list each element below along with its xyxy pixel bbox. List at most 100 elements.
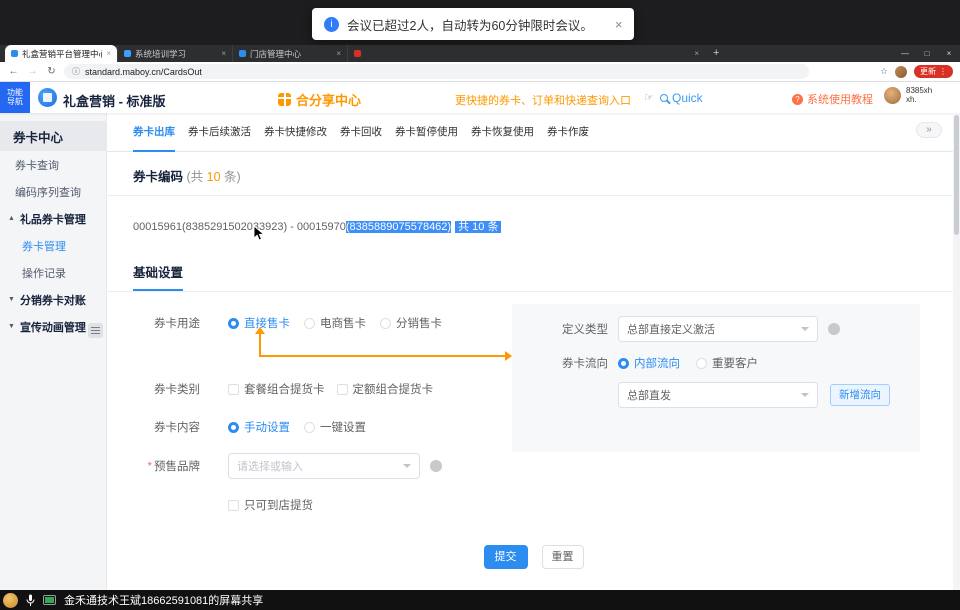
tab2-favicon xyxy=(124,50,131,57)
screen-share-text: 金禾通技术王斌18662591081的屏幕共享 xyxy=(64,592,263,608)
checkbox-box xyxy=(228,384,239,395)
radio-dot xyxy=(228,318,239,329)
window-close-icon[interactable]: × xyxy=(938,45,960,62)
url-field[interactable]: ⓘ standard.maboy.cn/CardsOut xyxy=(64,64,809,79)
new-tab-button[interactable]: + xyxy=(713,45,719,62)
radio-internal-flow-label: 内部流向 xyxy=(634,355,680,371)
toast-close-icon[interactable]: × xyxy=(615,17,623,32)
definition-panel: 定义类型 总部直接定义激活 券卡流向 内部流向 xyxy=(512,304,920,452)
checkbox-combo-package-card[interactable]: 套餐组合提货卡 xyxy=(228,381,325,397)
define-type-value: 总部直接定义激活 xyxy=(627,321,715,337)
browser-tab-2[interactable]: 系统培训学习 × xyxy=(117,45,232,62)
presale-brand-placeholder: 请选择或输入 xyxy=(237,458,303,474)
sidebar-item-code-seq-query[interactable]: 编码序列查询 xyxy=(0,178,106,205)
chevron-down-icon xyxy=(801,393,809,397)
bookmark-star-icon[interactable]: ☆ xyxy=(880,66,888,77)
tab4-close-icon[interactable]: × xyxy=(694,49,699,58)
function-nav-line1: 功能 xyxy=(0,88,30,97)
checkbox-combo-package-label: 套餐组合提货卡 xyxy=(244,381,325,397)
radio-key-customer[interactable]: 重要客户 xyxy=(696,355,758,371)
sidebar-group-gift-card-mgmt[interactable]: ▲ 礼品券卡管理 xyxy=(0,205,106,232)
browser-update-button[interactable]: 更新 ⋮ xyxy=(914,65,953,78)
submit-button[interactable]: 提交 xyxy=(484,545,528,569)
tab3-close-icon[interactable]: × xyxy=(336,49,341,58)
window-controls: — □ × xyxy=(894,45,960,62)
annotation-arrowhead-up xyxy=(255,327,265,334)
browser-profile-avatar[interactable] xyxy=(895,66,907,78)
card-codes-heading: 券卡编码 (共 10 条) xyxy=(133,166,960,185)
radio-one-click-setup[interactable]: 一键设置 xyxy=(304,419,366,435)
scrollbar-track[interactable] xyxy=(953,113,960,590)
microphone-icon[interactable] xyxy=(26,594,35,607)
tab-card-quick-edit[interactable]: 券卡快捷修改 xyxy=(264,113,327,152)
user-account[interactable]: 8385xh xh. xyxy=(884,86,932,104)
flow-value: 总部直发 xyxy=(627,387,671,403)
tab-card-outbound[interactable]: 券卡出库 xyxy=(133,113,175,152)
screen-share-icon xyxy=(43,595,56,605)
define-type-select[interactable]: 总部直接定义激活 xyxy=(618,316,818,342)
radio-dot xyxy=(696,358,707,369)
tab-card-pause[interactable]: 券卡暂停使用 xyxy=(395,113,458,152)
browser-tab-3[interactable]: 门店管理中心 × xyxy=(232,45,347,62)
back-icon[interactable]: ← xyxy=(7,66,20,77)
help-icon[interactable] xyxy=(430,460,442,472)
tab2-close-icon[interactable]: × xyxy=(221,49,226,58)
sidebar-item-card-mgmt[interactable]: 券卡管理 xyxy=(0,232,106,259)
card-action-tabs: 券卡出库 券卡后续激活 券卡快捷修改 券卡回收 券卡暂停使用 券卡恢复使用 券卡… xyxy=(107,113,960,152)
function-nav-line2: 导航 xyxy=(0,97,30,106)
count-number: 10 xyxy=(207,170,221,184)
add-flow-button[interactable]: 新增流向 xyxy=(830,384,890,406)
content-area: 券卡出库 券卡后续激活 券卡快捷修改 券卡回收 券卡暂停使用 券卡恢复使用 券卡… xyxy=(107,113,960,590)
sidebar-group-distribution[interactable]: ▼ 分销券卡对账 xyxy=(0,286,106,313)
reset-button[interactable]: 重置 xyxy=(542,545,584,569)
radio-ecommerce-sale[interactable]: 电商售卡 xyxy=(304,315,366,331)
forward-icon[interactable]: → xyxy=(26,66,39,77)
browser-tab-1[interactable]: 礼盒营销平台管理中心 × xyxy=(5,45,117,62)
panel-collapse-button[interactable]: » xyxy=(916,122,942,138)
sidebar-item-card-query[interactable]: 券卡查询 xyxy=(0,151,106,178)
chevron-down-icon xyxy=(801,327,809,331)
checkbox-store-pickup-only[interactable]: 只可到店提货 xyxy=(228,497,313,513)
card-codes-title: 券卡编码 xyxy=(133,170,183,184)
screen: i 会议已超过2人，自动转为60分钟限时会议。 × 礼盒营销平台管理中心 × 系… xyxy=(0,0,960,610)
tab-card-void[interactable]: 券卡作废 xyxy=(547,113,589,152)
mouse-cursor xyxy=(253,225,265,242)
system-tutorial-link[interactable]: ? 系统使用教程 xyxy=(792,91,873,107)
radio-internal-flow[interactable]: 内部流向 xyxy=(618,355,680,371)
site-info-icon[interactable]: ⓘ xyxy=(72,66,80,77)
toast-message: 会议已超过2人，自动转为60分钟限时会议。 xyxy=(347,15,593,34)
checkbox-fixed-amount-card[interactable]: 定额组合提货卡 xyxy=(337,381,434,397)
window-minimize-icon[interactable]: — xyxy=(894,45,916,62)
app-header: 功能 导航 礼盒营销 - 标准版 合分享中心 更快捷的券卡、订单和快递查询入口 … xyxy=(0,82,960,113)
tab1-close-icon[interactable]: × xyxy=(106,49,111,58)
radio-ecommerce-sale-label: 电商售卡 xyxy=(320,315,366,331)
tab-card-activate[interactable]: 券卡后续激活 xyxy=(188,113,251,152)
browser-address-bar: ← → ↻ ⓘ standard.maboy.cn/CardsOut ☆ 更新 … xyxy=(0,62,960,82)
tab1-favicon xyxy=(11,50,18,57)
tab-card-resume[interactable]: 券卡恢复使用 xyxy=(471,113,534,152)
app-title: 礼盒营销 - 标准版 xyxy=(63,91,166,110)
chevron-down-icon xyxy=(403,464,411,468)
sidebar-item-operation-log[interactable]: 操作记录 xyxy=(0,259,106,286)
share-center-link[interactable]: 合分享中心 xyxy=(278,90,361,109)
radio-manual-setup-label: 手动设置 xyxy=(244,419,290,435)
browser-tab-4[interactable]: × xyxy=(347,45,705,62)
scrollbar-thumb[interactable] xyxy=(954,115,959,235)
function-nav-button[interactable]: 功能 导航 xyxy=(0,82,30,113)
meeting-overlay-bar: i 会议已超过2人，自动转为60分钟限时会议。 × xyxy=(0,0,960,45)
flow-select[interactable]: 总部直发 xyxy=(618,382,818,408)
gift-icon xyxy=(278,93,291,106)
card-content-label: 券卡内容 xyxy=(125,419,200,435)
radio-distribution-sale[interactable]: 分销售卡 xyxy=(380,315,442,331)
form-actions: 提交 重置 xyxy=(107,545,960,569)
radio-manual-setup[interactable]: 手动设置 xyxy=(228,419,290,435)
refresh-icon[interactable]: ↻ xyxy=(45,66,58,77)
help-icon[interactable] xyxy=(828,323,840,335)
quick-search-button[interactable]: Quick xyxy=(660,91,703,105)
tab3-favicon xyxy=(239,50,246,57)
sidebar-group-anim-label: 宣传动画管理 xyxy=(20,319,86,335)
presale-brand-select[interactable]: 请选择或输入 xyxy=(228,453,420,479)
tab-card-recycle[interactable]: 券卡回收 xyxy=(340,113,382,152)
sidebar-collapse-handle[interactable] xyxy=(88,323,103,338)
window-maximize-icon[interactable]: □ xyxy=(916,45,938,62)
